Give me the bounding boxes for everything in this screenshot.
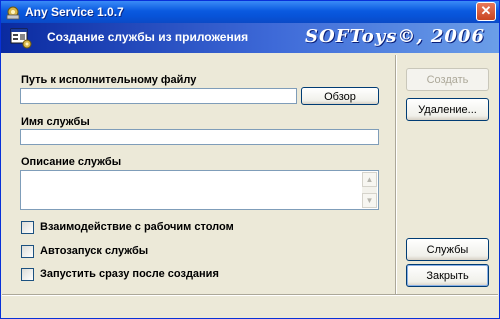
checkbox-desktop-interaction[interactable] bbox=[21, 221, 34, 234]
dialog-subtitle: Создание службы из приложения bbox=[47, 30, 249, 44]
scroll-down-icon[interactable]: ▼ bbox=[362, 193, 377, 208]
exe-path-label: Путь к исполнительному файлу bbox=[21, 74, 197, 86]
option-start-after-create-label: Запустить сразу после создания bbox=[40, 268, 219, 280]
close-button[interactable]: Закрыть bbox=[406, 264, 489, 287]
close-icon: ✕ bbox=[480, 3, 492, 18]
close-window-button[interactable]: ✕ bbox=[476, 2, 496, 21]
delete-button[interactable]: Удаление... bbox=[406, 98, 489, 121]
header-banner: Создание службы из приложения SOFToys©, … bbox=[1, 23, 499, 53]
scroll-up-icon[interactable]: ▲ bbox=[362, 172, 377, 187]
description-scrollbar[interactable]: ▲ ▼ bbox=[362, 172, 377, 208]
status-divider bbox=[2, 294, 498, 296]
brand-label: SOFToys©, 2006 bbox=[304, 26, 485, 47]
option-desktop-interaction-label: Взаимодействие с рабочим столом bbox=[40, 221, 234, 233]
main-window: Any Service 1.0.7 ✕ Создание службы из п… bbox=[0, 0, 500, 319]
service-description-textarea[interactable]: ▲ ▼ bbox=[20, 170, 379, 210]
create-button[interactable]: Создать bbox=[406, 68, 489, 91]
gear-keyboard-icon bbox=[6, 6, 20, 20]
vertical-divider bbox=[395, 55, 397, 295]
service-description-label: Описание службы bbox=[21, 156, 122, 168]
service-name-input[interactable] bbox=[20, 129, 379, 145]
browse-button[interactable]: Обзор bbox=[301, 87, 379, 105]
title-bar[interactable]: Any Service 1.0.7 ✕ bbox=[1, 1, 499, 23]
checkbox-start-after-create[interactable] bbox=[21, 268, 34, 281]
service-name-label: Имя службы bbox=[21, 116, 90, 128]
window-title: Any Service 1.0.7 bbox=[25, 5, 124, 19]
checkbox-autostart[interactable] bbox=[21, 245, 34, 258]
services-button[interactable]: Службы bbox=[406, 238, 489, 261]
window-cog-icon bbox=[10, 28, 32, 49]
option-autostart-label: Автозапуск службы bbox=[40, 245, 149, 257]
exe-path-input[interactable] bbox=[20, 88, 297, 104]
